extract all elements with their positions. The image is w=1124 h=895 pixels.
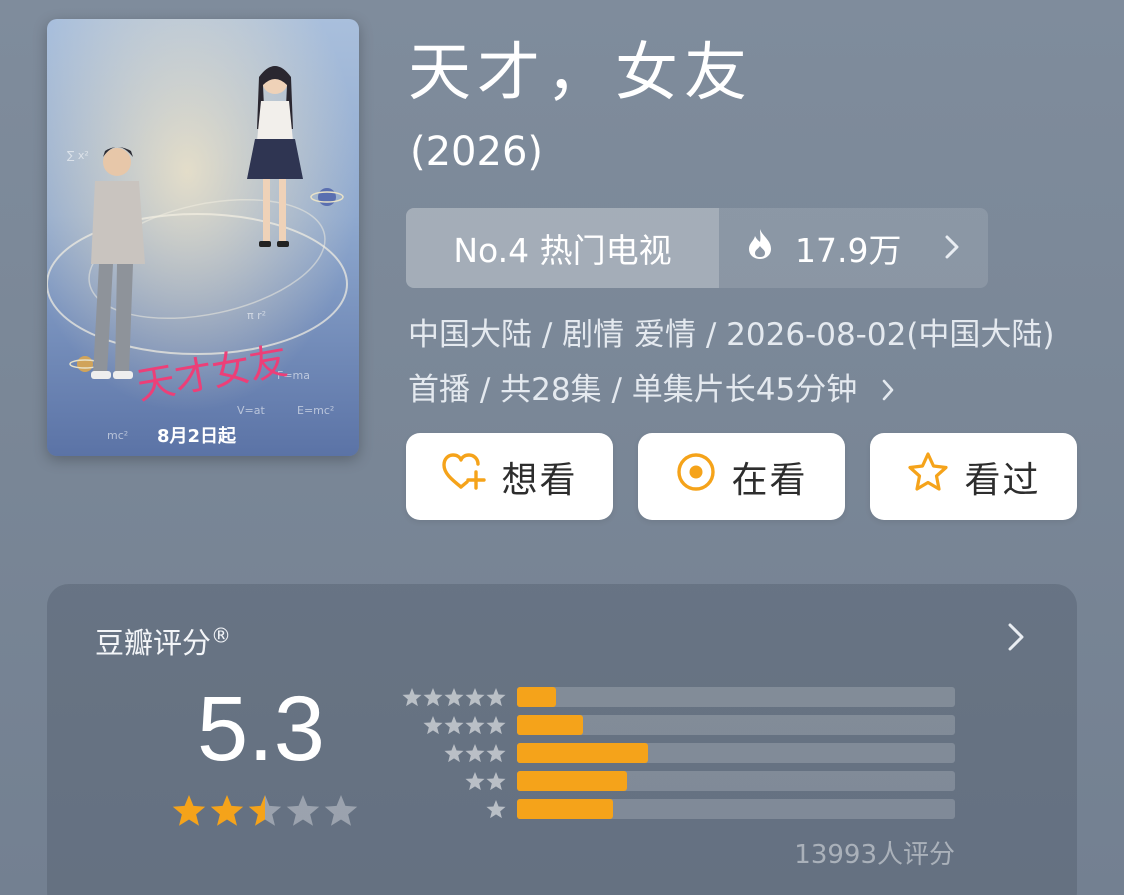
subject-title: 天才，女友 xyxy=(408,36,753,109)
want-to-watch-button[interactable]: 想看 xyxy=(406,433,613,520)
svg-text:∑ x²: ∑ x² xyxy=(67,149,89,162)
distribution-bar-fill xyxy=(517,771,627,791)
distribution-bar-1-star xyxy=(517,799,955,819)
registered-mark: ® xyxy=(211,623,232,648)
rating-votes: 13993人评分 xyxy=(794,840,955,870)
heat-section[interactable]: 17.9万 xyxy=(719,208,988,288)
poster-date-text: 8月2日起 xyxy=(157,425,237,447)
rating-star-1 xyxy=(172,795,206,826)
distribution-bar-fill xyxy=(517,743,649,763)
rating-score: 5.3 xyxy=(197,678,325,780)
rating-star-2 xyxy=(210,795,244,826)
svg-text:mc²: mc² xyxy=(107,429,128,442)
distribution-bar-4-star xyxy=(517,715,955,735)
distribution-bar-fill xyxy=(517,687,557,707)
rank-bar[interactable]: No.4 热门电视 17.9万 xyxy=(406,208,988,288)
heat-value: 17.9万 xyxy=(795,231,902,270)
distribution-label-3-star xyxy=(444,744,506,763)
distribution-label-2-star xyxy=(465,772,506,791)
distribution-star-labels xyxy=(392,686,507,830)
rating-chevron-icon[interactable] xyxy=(1007,622,1025,656)
distribution-bar-2-star xyxy=(517,771,955,791)
distribution-bar-fill xyxy=(517,715,583,735)
star-icon xyxy=(906,451,950,502)
rating-title: 豆瓣评分® xyxy=(95,620,231,662)
distribution-label-1-star xyxy=(486,800,506,819)
want-to-watch-label: 想看 xyxy=(501,459,578,501)
poster-illustration: F=ma V=at E=mc² ∑ x² π r² mc² 天才女友 8月2日起 xyxy=(47,19,359,456)
rating-title-text: 豆瓣评分 xyxy=(95,626,212,660)
rating-distribution xyxy=(517,687,955,827)
poster-image[interactable]: F=ma V=at E=mc² ∑ x² π r² mc² 天才女友 8月2日起 xyxy=(47,19,359,456)
distribution-label-5-star xyxy=(402,688,506,707)
score-stars xyxy=(171,792,361,836)
rating-star-3 xyxy=(248,795,282,826)
subject-meta[interactable]: 中国大陆 / 剧情 爱情 / 2026-08-02(中国大陆)首播 / 共28集… xyxy=(408,308,1078,420)
watching-button[interactable]: 在看 xyxy=(638,433,845,520)
rating-card[interactable]: 豆瓣评分® 5.3 13993人评分 xyxy=(47,584,1077,895)
subject-page: F=ma V=at E=mc² ∑ x² π r² mc² 天才女友 8月2日起… xyxy=(0,0,1124,895)
rating-star-5 xyxy=(324,795,358,826)
watched-button[interactable]: 看过 xyxy=(870,433,1077,520)
distribution-bar-5-star xyxy=(517,687,955,707)
rating-star-4 xyxy=(286,795,320,826)
action-buttons: 想看 在看 看过 xyxy=(406,433,1077,520)
distribution-bar-3-star xyxy=(517,743,955,763)
distribution-label-4-star xyxy=(423,716,506,735)
meta-text: 中国大陆 / 剧情 爱情 / 2026-08-02(中国大陆)首播 / 共28集… xyxy=(408,317,1055,408)
watched-label: 看过 xyxy=(964,459,1041,501)
distribution-bar-fill xyxy=(517,799,614,819)
rank-label[interactable]: No.4 热门电视 xyxy=(406,208,719,288)
svg-text:E=mc²: E=mc² xyxy=(297,404,334,417)
subject-year: (2026) xyxy=(410,129,544,175)
watching-label: 在看 xyxy=(731,459,808,501)
flame-icon xyxy=(747,228,773,268)
target-icon xyxy=(675,451,717,502)
heart-plus-icon xyxy=(441,452,487,501)
chevron-right-icon xyxy=(944,229,960,268)
svg-text:V=at: V=at xyxy=(237,404,265,417)
svg-text:π r²: π r² xyxy=(247,309,266,322)
meta-chevron-icon xyxy=(881,365,895,420)
